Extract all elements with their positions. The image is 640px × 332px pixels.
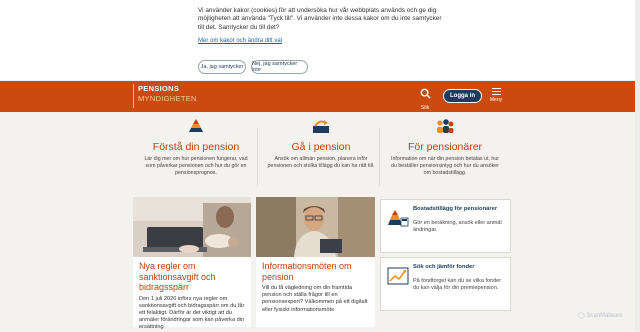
- cookie-accept-button[interactable]: Ja, jag samtycker: [198, 60, 246, 74]
- watermark-shield-icon: ◯: [578, 313, 585, 319]
- site-header: [0, 81, 640, 112]
- pyramid-icon: [189, 119, 203, 132]
- news-text: Den 1 juli 2026 införs nya regler om san…: [139, 295, 245, 331]
- page-scrollbar[interactable]: [635, 0, 640, 331]
- service-title: Sök och jämför fonder: [413, 264, 475, 270]
- topic-text: Lär dig mer om hur pensionen fungerar, v…: [144, 156, 248, 176]
- service-title: Bostadstillägg för pensionärer: [413, 206, 498, 212]
- watermark: ◯ ScanMalware: [578, 312, 623, 319]
- topic-forsta-din-pension[interactable]: Förstå din pension Lär dig mer om hur pe…: [136, 118, 256, 176]
- login-button[interactable]: Logga in: [443, 89, 482, 103]
- divider: [379, 128, 380, 186]
- topic-text: Information om när din pension betalas u…: [390, 156, 500, 176]
- step-arrow-icon: [313, 120, 329, 133]
- service-card-bostadstillagg[interactable]: Bostadstillägg för pensionärer Gör en be…: [380, 199, 511, 253]
- menu-button[interactable]: Meny: [487, 86, 505, 103]
- people-icon: [437, 119, 454, 133]
- news-image-laptop: [133, 197, 251, 257]
- search-icon: [420, 88, 431, 99]
- cookie-more-link[interactable]: Mer om kakor och ändra ditt val: [198, 38, 282, 44]
- news-text: Vill du få vägledning om din framtida pe…: [262, 285, 368, 313]
- pyramid-calculator-icon: [388, 210, 409, 227]
- news-title: Nya regler om sanktionsavgift och bidrag…: [139, 261, 216, 292]
- cookie-text: Vi använder kakor (cookies) för att unde…: [198, 7, 442, 31]
- topic-text: Ansök om allmän pension, planera inför p…: [267, 156, 375, 169]
- topic-links: Förstå din pension Lär dig mer om hur pe…: [133, 118, 509, 190]
- service-text: Gör en beräkning, ansök eller anmäl ändr…: [413, 220, 502, 233]
- cookie-decline-button[interactable]: Nej, jag samtycker inte: [251, 60, 308, 74]
- news-card-sanktionsavgift[interactable]: Nya regler om sanktionsavgift och bidrag…: [133, 197, 251, 330]
- hamburger-icon: [487, 87, 505, 96]
- menu-label: Meny: [489, 96, 503, 103]
- news-card-informationsmoten[interactable]: Informationsmöten om pension Vill du få …: [256, 197, 375, 327]
- logo-line-1: PENSIONS: [138, 84, 180, 93]
- topic-for-pensionarer[interactable]: För pensionärer Information om när din p…: [385, 118, 505, 176]
- news-image-man: [256, 197, 375, 257]
- search-button[interactable]: Sök: [417, 86, 433, 111]
- divider: [257, 128, 258, 186]
- cookie-banner: Vi använder kakor (cookies) för att unde…: [0, 0, 640, 80]
- search-label: Sök: [420, 105, 430, 111]
- pensionsmyndigheten-logo[interactable]: PENSIONS MYNDIGHETEN: [133, 84, 197, 108]
- logo-line-2: MYNDIGHETEN: [138, 93, 197, 103]
- service-text: På fondtorget kan du se vilka fonder du …: [413, 278, 502, 291]
- news-title: Informationsmöten om pension: [262, 261, 352, 282]
- fund-chart-icon: [387, 267, 409, 285]
- topic-title: Gå i pension: [291, 141, 351, 153]
- topic-title: Förstå din pension: [152, 141, 240, 153]
- topic-title: För pensionärer: [407, 141, 483, 153]
- topic-ga-i-pension[interactable]: Gå i pension Ansök om allmän pension, pl…: [261, 118, 381, 170]
- watermark-text: ScanMalware: [586, 313, 623, 319]
- service-card-fonder[interactable]: Sök och jämför fonder På fondtorget kan …: [380, 257, 511, 311]
